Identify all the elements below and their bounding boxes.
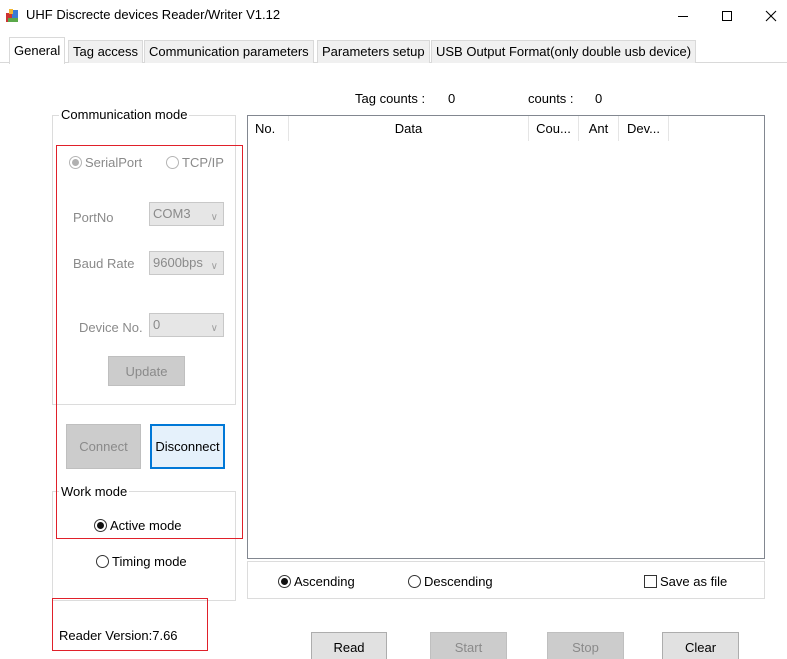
- reader-version: Reader Version:7.66: [59, 628, 178, 643]
- tab-general[interactable]: General: [9, 37, 66, 64]
- counts-value: 0: [595, 91, 603, 106]
- tag-counts-label: Tag counts :: [355, 91, 426, 106]
- start-button[interactable]: Start: [430, 632, 507, 659]
- read-button[interactable]: Read: [311, 632, 387, 659]
- counts-label: counts :: [528, 91, 574, 106]
- maximize-icon: [722, 11, 732, 21]
- column-header-data[interactable]: Data: [289, 116, 529, 141]
- tab-usb-output-format[interactable]: USB Output Format(only double usb device…: [431, 40, 697, 63]
- highlight-box-version: [52, 598, 208, 651]
- app-icon: [5, 8, 20, 23]
- radio-indicator: [278, 575, 291, 588]
- ascending-radio[interactable]: Ascending: [278, 574, 355, 589]
- tab-communication-parameters[interactable]: Communication parameters: [144, 40, 314, 63]
- close-icon: [765, 10, 777, 22]
- tab-tag-access[interactable]: Tag access: [68, 40, 144, 63]
- communication-mode-title: Communication mode: [59, 107, 190, 122]
- column-header-no[interactable]: No.: [255, 116, 289, 141]
- timing-mode-label: Timing mode: [112, 554, 187, 569]
- close-button[interactable]: [748, 0, 787, 32]
- radio-indicator: [96, 555, 109, 568]
- tag-counts-value: 0: [448, 91, 456, 106]
- descending-radio[interactable]: Descending: [408, 574, 493, 589]
- minimize-icon: [678, 16, 688, 17]
- descending-label: Descending: [424, 574, 493, 589]
- window-title: UHF Discrecte devices Reader/Writer V1.1…: [26, 7, 281, 22]
- timing-mode-radio[interactable]: Timing mode: [96, 554, 187, 569]
- minimize-button[interactable]: [660, 0, 706, 32]
- radio-indicator: [408, 575, 421, 588]
- column-header-ant[interactable]: Ant: [579, 116, 619, 141]
- column-header-dev[interactable]: Dev...: [619, 116, 669, 141]
- tab-parameters-setup[interactable]: Parameters setup: [317, 40, 430, 63]
- ascending-label: Ascending: [294, 574, 355, 589]
- checkbox-indicator: [644, 575, 657, 588]
- save-as-file-checkbox[interactable]: Save as file: [644, 574, 727, 589]
- highlight-box-settings: [56, 145, 243, 539]
- clear-button[interactable]: Clear: [662, 632, 739, 659]
- maximize-button[interactable]: [704, 0, 750, 32]
- save-as-file-label: Save as file: [660, 574, 728, 589]
- stop-button[interactable]: Stop: [547, 632, 624, 659]
- tag-list-table[interactable]: No. Data Cou... Ant Dev...: [247, 115, 765, 559]
- column-header-count[interactable]: Cou...: [529, 116, 579, 141]
